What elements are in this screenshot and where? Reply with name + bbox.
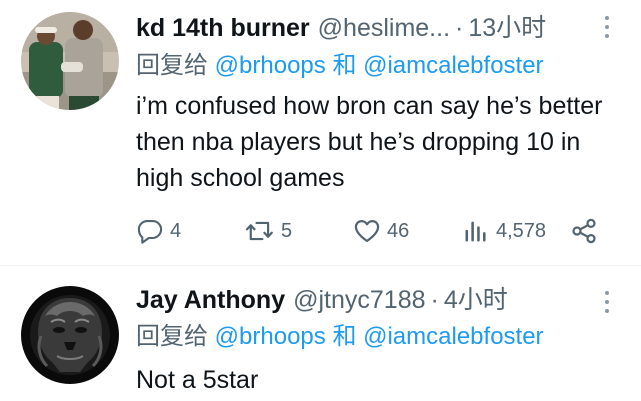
mention-link[interactable]: @brhoops <box>215 323 326 350</box>
tweet-text: Not a 5star <box>136 366 259 394</box>
author-name[interactable]: Jay Anthony <box>136 285 285 315</box>
tweet-1[interactable]: kd 14th burner @heslime... · 13小时 回复给 @b… <box>0 0 641 265</box>
share-icon <box>572 218 596 244</box>
avatar-photo <box>21 12 119 110</box>
reply-count: 4 <box>170 219 182 242</box>
reply-prefix: 回复给 <box>136 323 208 350</box>
heart-icon <box>354 219 380 243</box>
reply-bubble-icon <box>137 220 163 244</box>
tweet-header: kd 14th burner @heslime... · 13小时 <box>136 13 591 43</box>
reply-button[interactable]: 4 <box>136 213 181 249</box>
avatar-photo <box>21 286 119 384</box>
more-vertical-icon[interactable] <box>603 291 611 313</box>
separator-dot: · <box>430 286 439 314</box>
reply-joiner: 和 <box>332 52 357 79</box>
like-button[interactable]: 46 <box>353 213 409 249</box>
tweet-text: i’m confused how bron can say he’s bette… <box>136 92 603 192</box>
mention-link[interactable]: @iamcalebfoster <box>363 323 543 350</box>
tweet-header: Jay Anthony @jtnyc7188 · 4小时 <box>136 285 591 315</box>
avatar[interactable] <box>21 12 119 110</box>
reply-context: 回复给 @brhoops 和 @iamcalebfoster <box>136 51 544 81</box>
share-button[interactable] <box>570 213 598 249</box>
retweet-button[interactable]: 5 <box>245 213 292 249</box>
timestamp[interactable]: 13小时 <box>468 13 546 43</box>
separator-dot: · <box>455 14 464 42</box>
retweet-icon <box>245 221 273 241</box>
views-count: 4,578 <box>496 219 547 242</box>
reply-prefix: 回复给 <box>136 52 208 79</box>
author-handle[interactable]: @jtnyc7188 <box>293 285 425 315</box>
author-name[interactable]: kd 14th burner <box>136 13 310 43</box>
tweet-actions: 4 5 46 4,578 <box>136 213 606 249</box>
tweet-2[interactable]: Jay Anthony @jtnyc7188 · 4小时 回复给 @brhoop… <box>0 266 641 401</box>
avatar[interactable] <box>21 286 119 384</box>
views-button[interactable]: 4,578 <box>462 213 546 249</box>
mention-link[interactable]: @brhoops <box>215 52 326 79</box>
views-bar-chart-icon <box>465 221 486 242</box>
reply-context: 回复给 @brhoops 和 @iamcalebfoster <box>136 322 544 352</box>
author-handle[interactable]: @heslime... <box>318 13 450 43</box>
more-vertical-icon[interactable] <box>603 16 611 38</box>
reply-joiner: 和 <box>332 323 357 350</box>
like-count: 46 <box>387 219 410 242</box>
retweet-count: 5 <box>281 219 293 242</box>
timestamp[interactable]: 4小时 <box>444 285 508 315</box>
mention-link[interactable]: @iamcalebfoster <box>363 52 543 79</box>
